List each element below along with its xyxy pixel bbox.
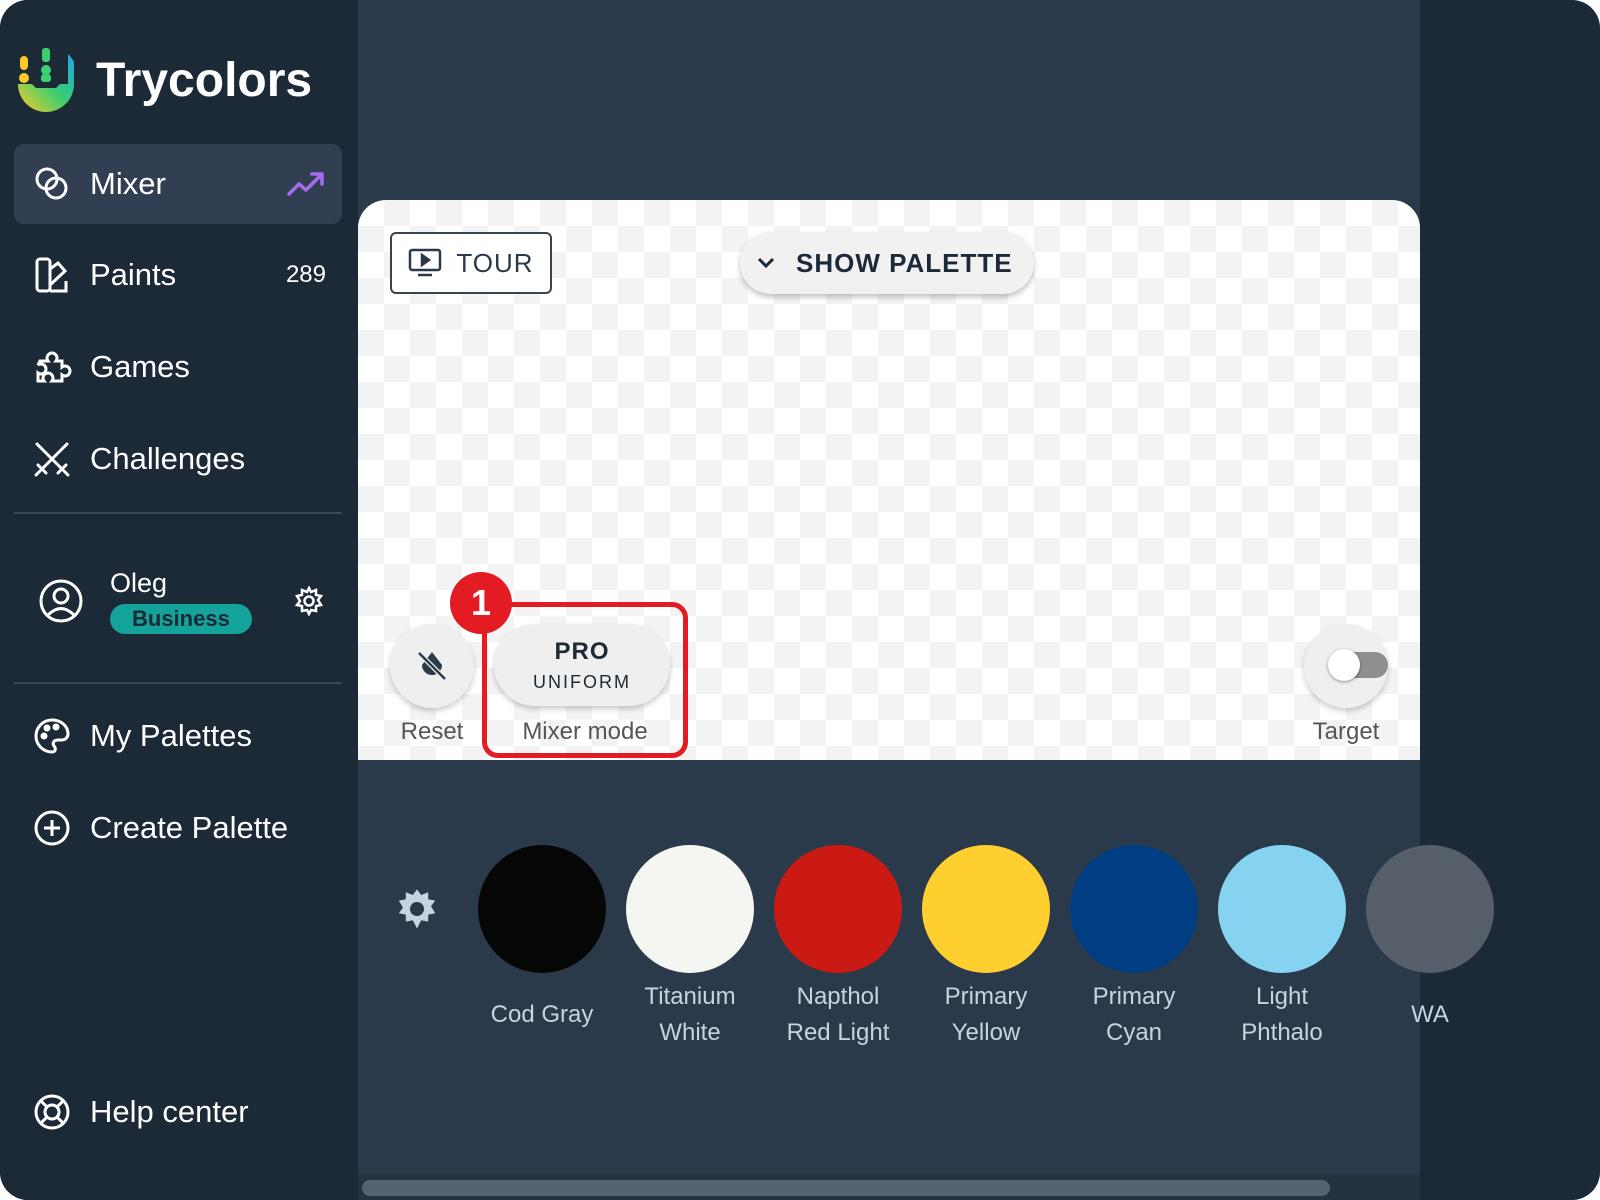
callout-number: 1 — [450, 572, 512, 634]
sidebar-item-label: My Palettes — [90, 718, 252, 753]
show-palette-label: SHOW PALETTE — [796, 247, 1013, 278]
swatch-color[interactable] — [1070, 845, 1198, 973]
swords-icon — [34, 442, 70, 477]
divider — [14, 512, 342, 514]
reset-button[interactable] — [390, 624, 474, 708]
user-profile[interactable]: Oleg Business — [38, 568, 328, 658]
user-avatar-icon — [39, 579, 83, 623]
show-palette-button[interactable]: SHOW PALETTE — [740, 232, 1034, 294]
paints-count: 289 — [285, 261, 326, 288]
sidebar-item-games[interactable]: Games — [14, 327, 342, 407]
horizontal-scrollbar[interactable] — [362, 1180, 1330, 1196]
plus-circle-icon — [34, 810, 70, 846]
sidebar-item-mixer[interactable]: Mixer — [14, 144, 342, 224]
sidebar-item-label: Help center — [90, 1094, 249, 1129]
gear-icon[interactable] — [294, 586, 324, 616]
circles-icon — [35, 167, 68, 200]
mixer-main: TOUR SHOW PALETTE Reset PRO UNIFORM Mixe… — [358, 0, 1494, 1200]
paints-icon — [35, 257, 68, 293]
paint-swatch[interactable]: Primary Yellow — [922, 845, 1050, 1051]
user-name: Oleg — [110, 568, 168, 598]
drop-off-icon — [417, 651, 447, 681]
tour-button[interactable]: TOUR — [390, 232, 552, 294]
paint-swatch[interactable]: Primary Cyan — [1070, 845, 1198, 1051]
mix-canvas[interactable]: TOUR SHOW PALETTE Reset PRO UNIFORM Mixe… — [358, 200, 1420, 760]
swatch-name: Light Phthalo — [1241, 983, 1323, 1046]
swatch-color[interactable] — [922, 845, 1050, 973]
swatch-name: Napthol Red Light — [786, 983, 890, 1046]
swatch-name: Cod Gray — [490, 1001, 594, 1028]
puzzle-icon — [36, 351, 72, 383]
swatch-color[interactable] — [1218, 845, 1346, 973]
chevron-down-icon — [757, 257, 775, 269]
swatch-name: Primary Yellow — [944, 983, 1028, 1046]
trending-up-icon — [287, 172, 324, 196]
sidebar-item-label: Mixer — [90, 166, 166, 201]
sidebar-item-my-palettes[interactable]: My Palettes — [14, 696, 342, 776]
divider — [14, 682, 342, 684]
plan-badge: Business — [110, 604, 252, 634]
sidebar-item-label: Create Palette — [90, 810, 289, 845]
trycolors-logo-icon — [18, 48, 74, 112]
sidebar-item-label: Paints — [90, 257, 177, 292]
toggle-knob — [1328, 649, 1360, 681]
swatch-color[interactable] — [1366, 845, 1494, 973]
logo[interactable]: Trycolors — [16, 48, 312, 112]
sidebar-item-label: Challenges — [90, 441, 246, 476]
swatch-color[interactable] — [626, 845, 754, 973]
sidebar-item-label: Games — [90, 349, 190, 384]
app-window: Trycolors Mixer Paints 289 Games Challen… — [0, 0, 1600, 1200]
app-name: Trycolors — [96, 53, 313, 107]
sidebar-item-paints[interactable]: Paints 289 — [14, 235, 342, 315]
swatch-name: Titanium White — [644, 983, 736, 1046]
swatch-color[interactable] — [774, 845, 902, 973]
sidebar-item-create-palette[interactable]: Create Palette — [14, 788, 342, 868]
sidebar: Trycolors Mixer Paints 289 Games Challen… — [0, 0, 358, 1200]
swatch-name: Primary Cyan — [1092, 983, 1176, 1046]
palette-settings-gear-icon[interactable] — [396, 888, 438, 930]
palette-icon — [34, 718, 70, 754]
paint-swatch[interactable]: WA — [1366, 845, 1494, 1033]
paint-swatch[interactable]: Cod Gray — [478, 845, 606, 1033]
play-screen-icon — [409, 248, 442, 277]
target-toggle[interactable] — [1328, 649, 1388, 681]
lifebuoy-icon — [34, 1094, 70, 1130]
sidebar-item-challenges[interactable]: Challenges — [14, 419, 342, 499]
paint-swatch[interactable]: Light Phthalo — [1218, 845, 1346, 1051]
reset-label: Reset — [400, 718, 464, 745]
sidebar-item-help-center[interactable]: Help center — [14, 1072, 342, 1152]
paint-swatch[interactable]: Titanium White — [626, 845, 754, 1051]
tour-label: TOUR — [456, 247, 534, 278]
target-label: Target — [1312, 718, 1380, 745]
target-toggle-button[interactable] — [1304, 624, 1388, 708]
paint-swatch[interactable]: Napthol Red Light — [774, 845, 902, 1051]
swatch-name: WA — [1411, 1001, 1449, 1028]
callout-highlight — [482, 602, 688, 758]
swatch-color[interactable] — [478, 845, 606, 973]
